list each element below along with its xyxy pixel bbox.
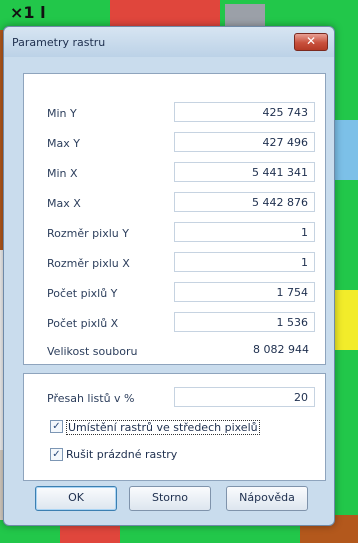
field-pixel-count-x: Počet pixlů X 1 536 <box>24 312 325 334</box>
map-region-red <box>60 526 120 543</box>
field-value[interactable]: 1 754 <box>174 282 315 302</box>
map-region-red <box>110 0 220 28</box>
ok-button[interactable]: OK <box>35 486 117 511</box>
field-label: Min Y <box>47 107 77 120</box>
field-label: Rozměr pixlu Y <box>47 227 129 240</box>
raster-parameters-dialog: Parametry rastru ✕ Min Y 425 743 Max Y 4… <box>3 26 335 526</box>
skip-empty-label: Rušit prázdné rastry <box>66 448 178 461</box>
raster-info-panel: Min Y 425 743 Max Y 427 496 Min X 5 441 … <box>23 73 326 365</box>
field-label: Rozměr pixlu X <box>47 257 130 270</box>
close-button[interactable]: ✕ <box>294 33 328 51</box>
options-panel: Přesah listů v % 20 ✓ Umístění rastrů ve… <box>23 373 326 481</box>
overlap-row: Přesah listů v % 20 <box>24 387 325 409</box>
field-label: Max X <box>47 197 81 210</box>
map-region-yellow <box>332 290 358 350</box>
map-region-grey <box>225 4 265 26</box>
field-value[interactable]: 427 496 <box>174 132 315 152</box>
field-label: Počet pixlů X <box>47 317 119 330</box>
field-label: Počet pixlů Y <box>47 287 118 300</box>
field-label: Max Y <box>47 137 80 150</box>
overlap-label: Přesah listů v % <box>47 392 135 405</box>
field-pixel-count-y: Počet pixlů Y 1 754 <box>24 282 325 304</box>
field-value[interactable]: 5 442 876 <box>174 192 315 212</box>
field-min-y: Min Y 425 743 <box>24 102 325 124</box>
help-button[interactable]: Nápověda <box>226 486 308 511</box>
pixel-center-label: Umístění rastrů ve středech pixelů <box>66 420 260 435</box>
field-max-x: Max X 5 442 876 <box>24 192 325 214</box>
field-min-x: Min X 5 441 341 <box>24 162 325 184</box>
pixel-center-checkbox[interactable]: ✓ <box>50 420 63 433</box>
title-bar[interactable]: Parametry rastru ✕ <box>4 27 334 57</box>
field-label: Min X <box>47 167 78 180</box>
close-x-icon: ✕ <box>305 34 317 48</box>
field-pixel-size-y: Rozměr pixlu Y 1 <box>24 222 325 244</box>
dialog-title: Parametry rastru <box>12 36 106 49</box>
field-value[interactable]: 1 <box>174 222 315 242</box>
field-pixel-size-x: Rozměr pixlu X 1 <box>24 252 325 274</box>
checkmark-icon: ✓ <box>52 449 61 460</box>
field-value[interactable]: 1 <box>174 252 315 272</box>
file-size-value: 8 082 944 <box>174 340 315 360</box>
field-max-y: Max Y 427 496 <box>24 132 325 154</box>
map-label: ×1 l <box>10 3 46 22</box>
skip-empty-checkbox[interactable]: ✓ <box>50 448 63 461</box>
checkmark-icon: ✓ <box>52 421 61 432</box>
map-region-blue <box>335 120 358 180</box>
overlap-input[interactable]: 20 <box>174 387 315 407</box>
field-value[interactable]: 5 441 341 <box>174 162 315 182</box>
field-value[interactable]: 1 536 <box>174 312 315 332</box>
cancel-button[interactable]: Storno <box>129 486 211 511</box>
file-size-row: Velikost souboru 8 082 944 <box>24 340 325 362</box>
file-size-label: Velikost souboru <box>47 345 138 358</box>
field-value[interactable]: 425 743 <box>174 102 315 122</box>
